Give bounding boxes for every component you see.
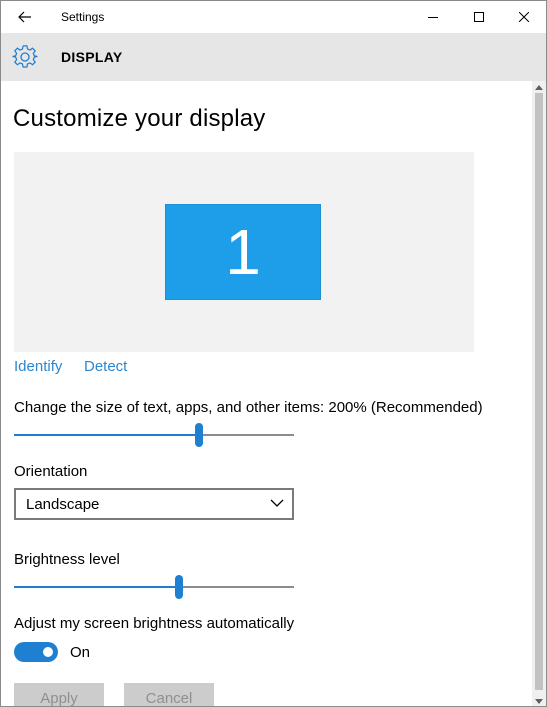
title-bar: Settings bbox=[1, 1, 546, 33]
auto-brightness-label: Adjust my screen brightness automaticall… bbox=[14, 615, 295, 632]
back-arrow-icon bbox=[18, 11, 31, 23]
window-title: Settings bbox=[61, 10, 105, 24]
section-title: DISPLAY bbox=[61, 49, 123, 65]
page-header: DISPLAY bbox=[1, 33, 546, 81]
detect-link[interactable]: Detect bbox=[84, 358, 127, 375]
monitor-number: 1 bbox=[225, 216, 261, 288]
brightness-slider-fill bbox=[14, 586, 179, 588]
scroll-thumb[interactable] bbox=[535, 93, 543, 690]
chevron-down-icon bbox=[270, 499, 284, 507]
scale-slider-fill bbox=[14, 434, 199, 436]
back-button[interactable] bbox=[9, 5, 41, 29]
auto-brightness-toggle[interactable] bbox=[14, 642, 58, 662]
scale-slider[interactable] bbox=[14, 423, 294, 447]
monitor-tile[interactable]: 1 bbox=[165, 204, 321, 300]
close-icon bbox=[519, 12, 529, 22]
brightness-slider[interactable] bbox=[14, 575, 294, 599]
scale-label: Change the size of text, apps, and other… bbox=[14, 399, 483, 416]
brightness-label: Brightness level bbox=[14, 551, 120, 568]
page-title: Customize your display bbox=[13, 105, 266, 132]
close-button[interactable] bbox=[501, 1, 546, 33]
apply-button[interactable]: Apply bbox=[14, 683, 104, 706]
maximize-button[interactable] bbox=[456, 1, 502, 33]
cancel-button[interactable]: Cancel bbox=[124, 683, 214, 706]
scale-slider-thumb[interactable] bbox=[195, 423, 203, 447]
vertical-scrollbar[interactable] bbox=[532, 81, 546, 706]
gear-icon bbox=[12, 45, 38, 68]
identify-link[interactable]: Identify bbox=[14, 358, 62, 375]
orientation-dropdown[interactable]: Landscape bbox=[14, 488, 294, 520]
orientation-label: Orientation bbox=[14, 463, 88, 480]
minimize-icon bbox=[428, 17, 438, 18]
display-arrangement-area: 1 bbox=[14, 152, 474, 352]
maximize-icon bbox=[474, 12, 484, 22]
scroll-up-arrow-icon[interactable] bbox=[535, 85, 543, 90]
brightness-slider-thumb[interactable] bbox=[175, 575, 183, 599]
settings-window: Settings DISPLAY Customize your display … bbox=[0, 0, 547, 707]
minimize-button[interactable] bbox=[410, 1, 456, 33]
toggle-state-label: On bbox=[70, 644, 91, 661]
orientation-value: Landscape bbox=[26, 496, 100, 513]
scroll-down-arrow-icon[interactable] bbox=[535, 699, 543, 704]
toggle-knob bbox=[43, 647, 53, 657]
